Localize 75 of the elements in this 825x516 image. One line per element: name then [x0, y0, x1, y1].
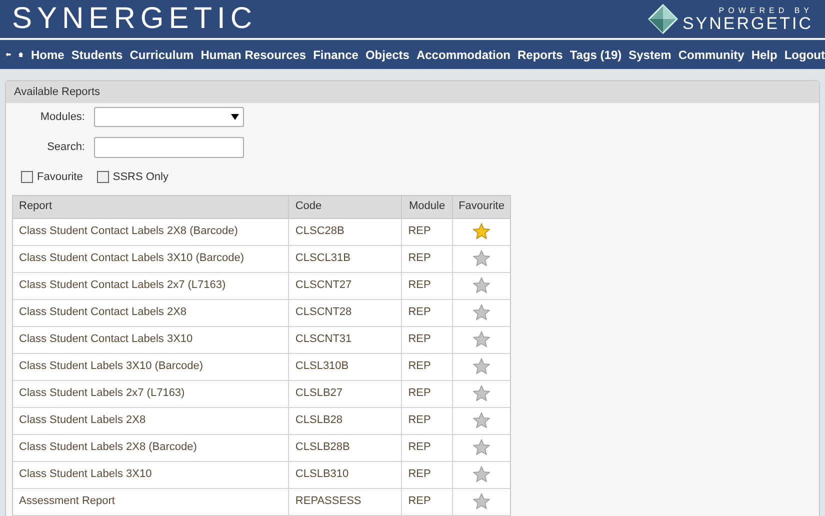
brand-text: SYNERGETIC	[682, 14, 813, 32]
dropdown-caret-icon	[231, 114, 239, 120]
table-cell: CLSCNT28	[289, 300, 402, 326]
table-cell: CLSLB27	[289, 380, 402, 406]
star-icon[interactable]	[473, 250, 490, 267]
nav-link[interactable]: Logout	[784, 46, 825, 64]
table-cell: REP	[402, 488, 454, 514]
table-cell: Class Student Contact Labels 3X10 (Barcode)	[13, 246, 290, 272]
table-cell: REP	[402, 408, 454, 434]
table-cell: CLSLB28	[289, 408, 402, 434]
checkbox-label: SSRS Only	[112, 170, 168, 185]
column-header[interactable]: Favourite	[453, 196, 510, 218]
star-icon[interactable]	[473, 223, 490, 240]
nav-link[interactable]: Students	[71, 46, 123, 64]
star-icon[interactable]	[473, 277, 490, 294]
table-cell: REP	[402, 218, 454, 244]
checkbox-label: Favourite	[37, 170, 83, 185]
table-cell: Class Student Labels 2X8	[13, 408, 290, 434]
star-icon[interactable]	[473, 466, 490, 483]
table-cell: REP	[402, 300, 454, 326]
table-cell: Class Student Labels 2X8 (Barcode)	[13, 434, 290, 460]
nav-link[interactable]: System	[628, 46, 672, 64]
star-icon[interactable]	[473, 304, 490, 321]
table-cell: REP	[402, 354, 454, 380]
checkbox[interactable]	[21, 171, 33, 184]
nav-link[interactable]: Home	[31, 46, 64, 64]
table-cell: Class Student Labels 2x7 (L7163)	[13, 380, 290, 406]
star-icon[interactable]	[473, 358, 490, 375]
table-cell: Class Student Labels 3X10	[13, 462, 290, 488]
nav-link[interactable]: Human Resources	[200, 46, 306, 64]
table-cell: CLSCNT27	[289, 272, 402, 298]
nav-link[interactable]: Tags (19)	[570, 46, 622, 64]
nav-link[interactable]: Help	[751, 46, 778, 64]
field-label: Modules:	[39, 110, 85, 125]
table-cell: REP	[402, 326, 454, 352]
table-cell: REP	[402, 434, 454, 460]
star-icon[interactable]	[473, 493, 490, 510]
column-header[interactable]: Module	[402, 196, 453, 218]
table-cell: CLSLB28B	[289, 434, 402, 460]
table-cell: CLSCNT31	[289, 326, 402, 352]
table-cell: Class Student Contact Labels 3X10	[13, 326, 290, 352]
nav-link[interactable]: Reports	[517, 46, 563, 64]
table-cell: CLSLB310	[289, 462, 402, 488]
table-cell: REP	[402, 246, 454, 272]
checkbox[interactable]	[96, 171, 109, 184]
table-cell: Assessment Report	[13, 488, 290, 514]
table-cell: CLSCL31B	[289, 246, 402, 272]
nav-link[interactable]: Curriculum	[130, 46, 194, 64]
nav-link[interactable]: Finance	[313, 46, 358, 64]
panel-title: Available Reports	[14, 84, 100, 100]
modules-dropdown[interactable]	[94, 107, 244, 127]
nav-link[interactable]: Objects	[365, 46, 410, 64]
star-icon[interactable]	[473, 412, 490, 429]
logo: SYNERGETIC	[12, 4, 258, 34]
star-icon[interactable]	[473, 331, 490, 348]
table-cell: REP	[402, 272, 454, 298]
field-label: Search:	[46, 140, 85, 156]
star-icon[interactable]	[473, 385, 490, 402]
column-header[interactable]: Code	[289, 196, 402, 218]
table-cell: REP	[402, 380, 454, 406]
table-cell: CLSC28B	[289, 218, 402, 244]
table-cell: REPASSESS	[289, 488, 402, 514]
table-cell: Class Student Labels 3X10 (Barcode)	[13, 354, 290, 380]
table-cell: Class Student Contact Labels 2X8	[13, 300, 290, 326]
table-cell: Class Student Contact Labels 2X8 (Barcode)	[13, 218, 290, 244]
powered-by-text: POWERED BY	[718, 6, 813, 14]
column-header[interactable]: Report	[13, 196, 290, 218]
nav-link[interactable]: Accommodation	[416, 46, 510, 64]
table-cell: REP	[402, 462, 454, 488]
table-cell: Class Student Contact Labels 2x7 (L7163)	[13, 272, 290, 298]
star-icon[interactable]	[473, 439, 490, 456]
table-cell: CLSL310B	[289, 354, 402, 380]
nav-link[interactable]: Community	[678, 46, 744, 64]
search-field[interactable]	[94, 137, 244, 158]
diamond-logo-icon	[648, 4, 678, 34]
